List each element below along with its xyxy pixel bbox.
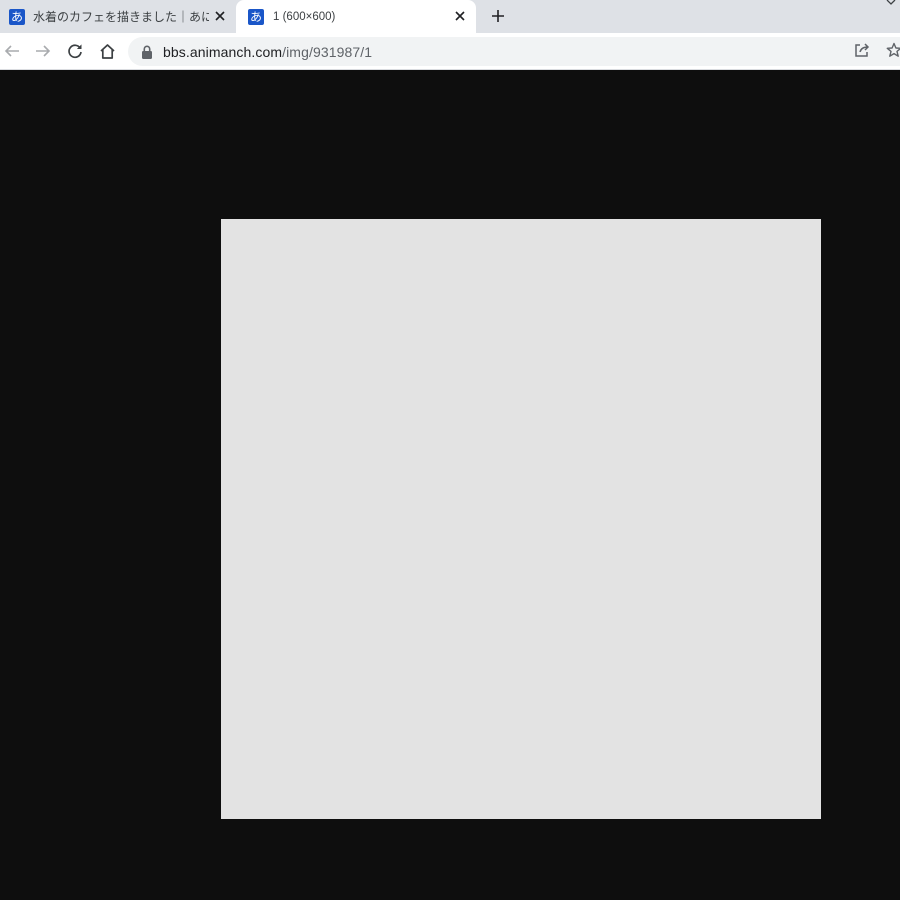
reload-icon [68, 44, 82, 59]
close-icon[interactable] [452, 8, 468, 24]
new-tab-button[interactable] [486, 4, 510, 28]
site-favicon-icon: あ [248, 8, 264, 25]
site-favicon-icon: あ [9, 8, 25, 25]
home-icon [99, 43, 115, 59]
tab-title: 1 (600×600) [273, 10, 336, 23]
url-host: bbs.animanch.com [163, 44, 283, 60]
tab-active[interactable]: あ 1 (600×600) [236, 0, 476, 33]
page-viewport [0, 70, 900, 900]
url-path: /img/931987/1 [282, 44, 373, 60]
share-button[interactable] [851, 39, 873, 61]
tab-strip: あ 水着のカフェを描きました｜あにまん掲 あ 1 (600×600) [0, 0, 900, 33]
plus-icon [492, 10, 504, 22]
chevron-down-icon [886, 0, 896, 5]
tab-search-button[interactable] [882, 0, 900, 8]
bookmark-button[interactable] [883, 39, 900, 61]
url-text: bbs.animanch.com/img/931987/1 [163, 44, 372, 60]
browser-toolbar: bbs.animanch.com/img/931987/1 [0, 33, 900, 70]
tab-inactive[interactable]: あ 水着のカフェを描きました｜あにまん掲 [0, 0, 236, 33]
arrow-right-icon [36, 45, 51, 57]
address-bar[interactable]: bbs.animanch.com/img/931987/1 [128, 37, 900, 66]
star-icon [886, 42, 900, 57]
close-icon[interactable] [212, 8, 228, 24]
back-button[interactable] [0, 39, 24, 63]
forward-button[interactable] [31, 39, 55, 63]
lock-icon[interactable] [141, 45, 153, 59]
arrow-left-icon [4, 45, 19, 57]
displayed-image[interactable] [221, 219, 821, 819]
home-button[interactable] [95, 39, 119, 63]
share-icon [855, 43, 870, 57]
reload-button[interactable] [63, 39, 87, 63]
tab-title: 水着のカフェを描きました｜あにまん掲 [33, 10, 209, 24]
